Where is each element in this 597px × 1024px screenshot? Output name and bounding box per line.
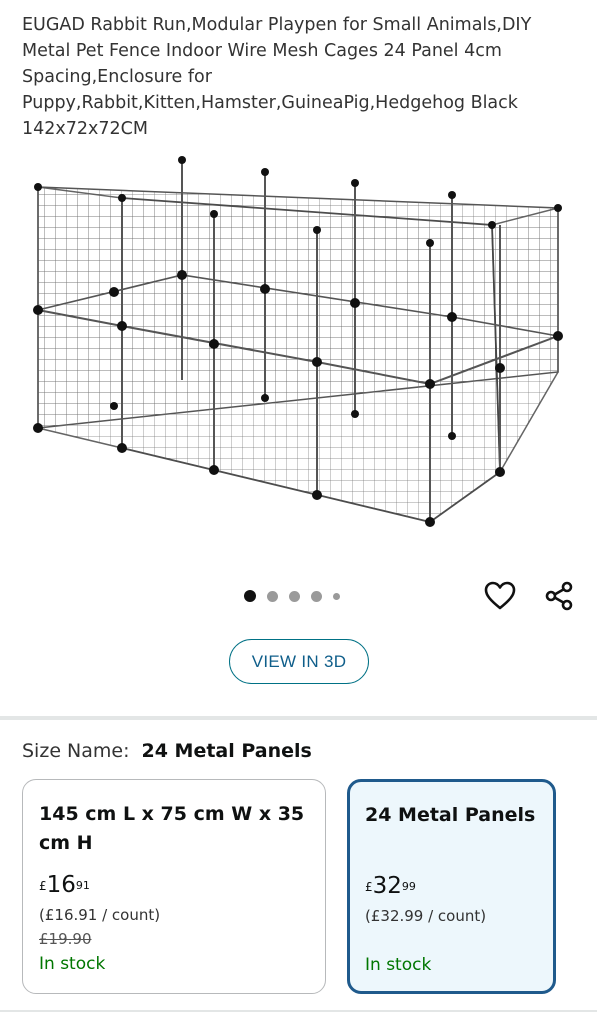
product-image[interactable] <box>22 150 577 540</box>
stock-status: In stock <box>365 955 432 975</box>
carousel-dot-5[interactable] <box>333 592 340 600</box>
size-option-name: 24 Metal Panels <box>365 804 536 826</box>
heart-icon <box>484 581 516 610</box>
bottom-divider <box>0 1010 597 1012</box>
carousel-dot-4[interactable] <box>311 590 322 602</box>
section-divider <box>0 716 597 720</box>
size-option-card-selected[interactable]: 24 Metal Panels £3299 (£32.99 / count) I… <box>347 779 556 994</box>
price-fraction: 99 <box>401 880 416 893</box>
product-title: EUGAD Rabbit Run,Modular Playpen for Sma… <box>22 15 532 139</box>
image-carousel-indicator[interactable] <box>244 590 340 602</box>
size-option-price: £1691 <box>39 872 309 898</box>
stock-status: In stock <box>39 954 106 974</box>
size-option-name: 145 cm L x 75 cm W x 35 cm H <box>39 803 305 854</box>
view-in-3d-button[interactable]: VIEW IN 3D <box>229 639 369 684</box>
price-whole: 32 <box>372 873 402 899</box>
carousel-dot-2[interactable] <box>267 590 278 602</box>
size-selected-value: 24 Metal Panels <box>141 740 312 762</box>
share-button[interactable] <box>541 578 577 614</box>
wishlist-button[interactable] <box>482 578 518 614</box>
price-per-count: (£32.99 / count) <box>365 907 487 925</box>
price-currency: £ <box>39 879 47 893</box>
price-fraction: 91 <box>75 879 90 892</box>
price-whole: 16 <box>46 872 76 898</box>
size-label: Size Name: <box>22 740 130 762</box>
size-selector-header: Size Name: 24 Metal Panels <box>22 740 312 762</box>
carousel-dot-1[interactable] <box>244 590 256 602</box>
was-price: £19.90 <box>39 930 92 948</box>
size-option-price: £3299 <box>365 873 538 899</box>
share-icon <box>545 581 573 611</box>
price-currency: £ <box>365 880 373 894</box>
carousel-dot-3[interactable] <box>289 590 300 602</box>
price-per-count: (£16.91 / count) <box>39 906 161 924</box>
size-option-card[interactable]: 145 cm L x 75 cm W x 35 cm H £1691 (£16.… <box>22 779 326 994</box>
